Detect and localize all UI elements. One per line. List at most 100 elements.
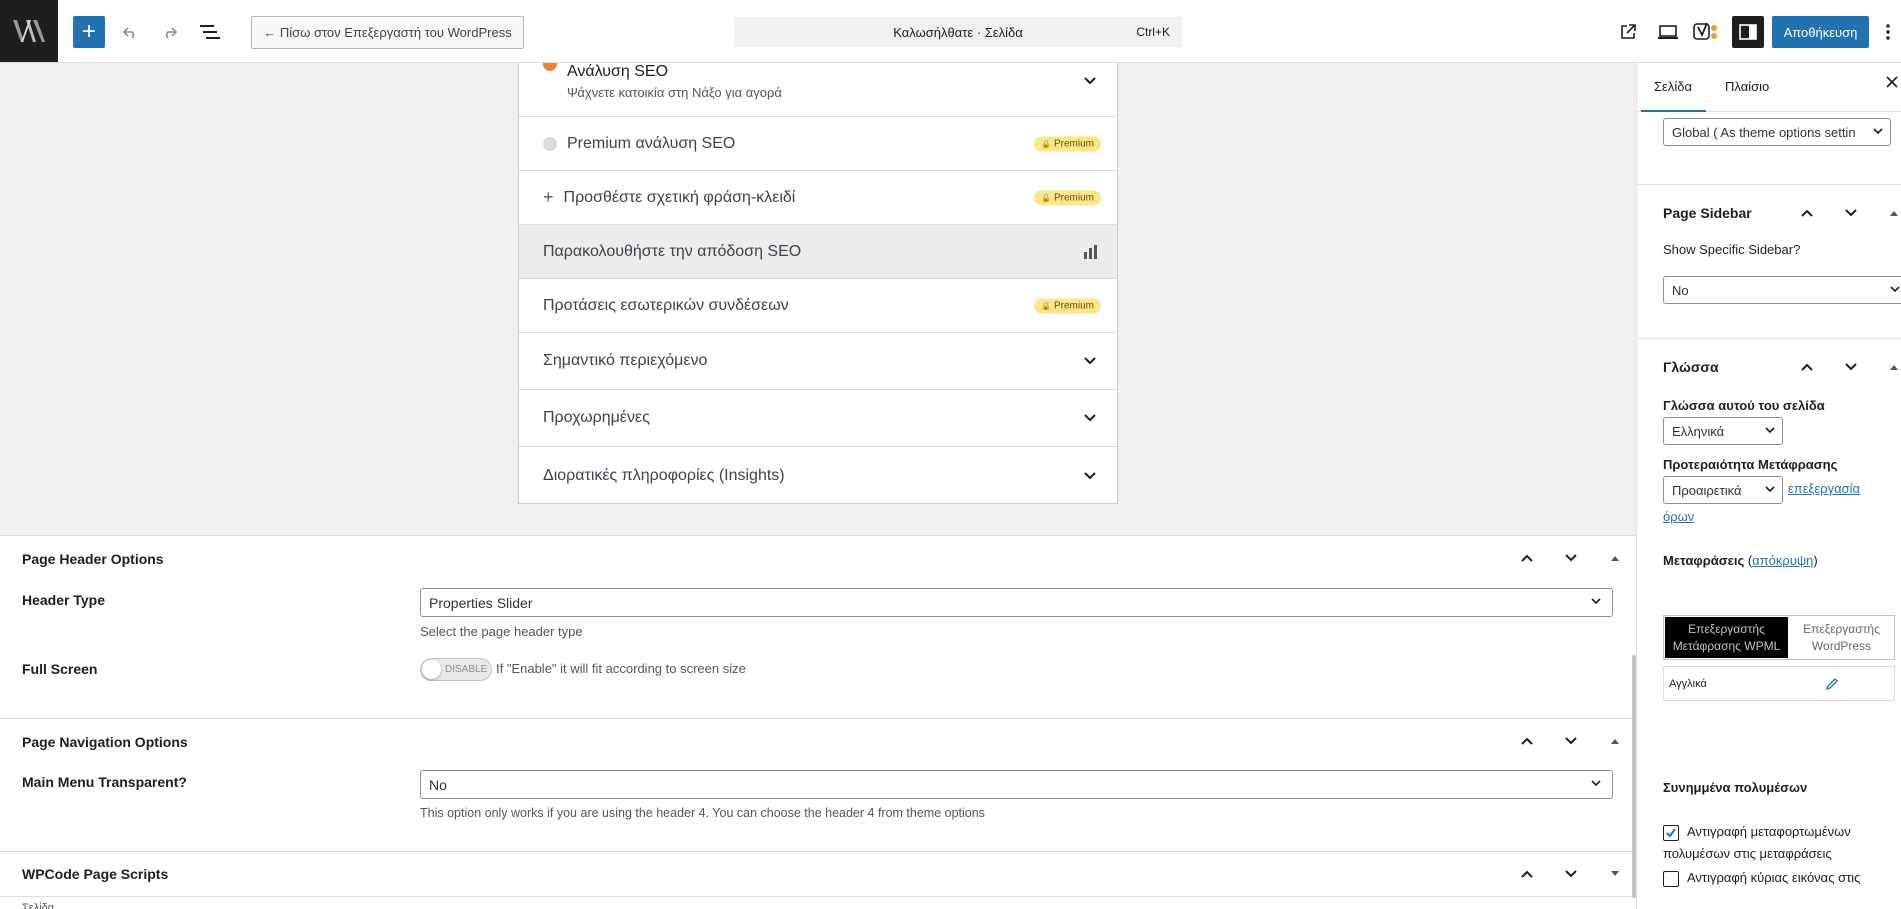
section-title: Γλώσσα xyxy=(1663,359,1719,375)
advanced-row[interactable]: Προχωρημένες xyxy=(519,390,1117,447)
show-specific-sidebar-label: Show Specific Sidebar? xyxy=(1663,242,1801,257)
main-menu-transparent-value: No xyxy=(429,776,447,793)
save-button[interactable]: Αποθήκευση xyxy=(1772,16,1869,48)
translations-label-text: Μεταφράσεις xyxy=(1663,553,1745,568)
document-overview-icon[interactable] xyxy=(194,16,226,48)
global-layout-select[interactable]: Global ( As theme options settin xyxy=(1663,118,1891,146)
wpml-translation-editor-tab[interactable]: Επεξεργαστής Μετάφρασης WPML xyxy=(1664,616,1789,659)
view-page-external-icon[interactable] xyxy=(1612,16,1644,48)
translation-language-row: Αγγλικά xyxy=(1663,666,1895,701)
move-up-icon[interactable] xyxy=(1793,353,1821,381)
main-menu-transparent-select[interactable]: No xyxy=(420,770,1613,799)
seo-analysis-row[interactable]: Ανάλυση SEO Ψάχνετε κατοικία στη Νάξο γι… xyxy=(519,63,1117,117)
move-down-icon[interactable] xyxy=(1557,860,1585,888)
row-label: Προτάσεις εσωτερικών συνδέσεων xyxy=(543,296,789,314)
collapse-toggle-icon[interactable] xyxy=(1880,353,1901,381)
premium-badge: Premium xyxy=(1034,190,1101,205)
copy-media-checkbox[interactable] xyxy=(1663,825,1679,841)
translation-priority-value: Προαιρετικά xyxy=(1672,482,1742,498)
edit-terms-link-cont[interactable]: όρων xyxy=(1663,509,1694,524)
redo-icon[interactable] xyxy=(154,16,186,48)
add-related-keyphrase-row[interactable]: + Προσθέστε σχετική φράση-κλειδί Premium xyxy=(519,171,1117,225)
toggle-state: DISABLE xyxy=(445,664,488,675)
expand-toggle-icon[interactable] xyxy=(1601,860,1629,888)
collapse-toggle-icon[interactable] xyxy=(1880,199,1901,227)
command-palette-button[interactable]: Καλωσήλθατε · Σελίδα Ctrl+K xyxy=(734,17,1182,47)
move-up-icon[interactable] xyxy=(1513,544,1541,572)
move-down-icon[interactable] xyxy=(1557,544,1585,572)
metabox-title: WPCode Page Scripts xyxy=(22,866,169,882)
add-block-button[interactable]: + xyxy=(73,16,105,48)
settings-sidebar-toggle[interactable] xyxy=(1732,16,1764,48)
cornerstone-content-row[interactable]: Σημαντικό περιεχόμενο xyxy=(519,333,1117,390)
page-navigation-options-metabox: Page Navigation Options Main Menu Transp… xyxy=(0,719,1636,852)
tab-block[interactable]: Πλαίσιο xyxy=(1725,79,1769,94)
site-logo[interactable] xyxy=(0,0,58,62)
metabox-title: Page Header Options xyxy=(22,551,164,567)
bar-chart-icon xyxy=(1083,244,1099,265)
premium-seo-analysis-row[interactable]: Premium ανάλυση SEO Premium xyxy=(519,117,1117,171)
collapse-toggle-icon[interactable] xyxy=(1601,727,1629,755)
move-down-icon[interactable] xyxy=(1837,199,1865,227)
full-screen-toggle[interactable]: DISABLE xyxy=(420,658,492,681)
move-down-icon[interactable] xyxy=(1837,353,1865,381)
insights-row[interactable]: Διορατικές πληροφορίες (Insights) xyxy=(519,447,1117,504)
translation-priority-label: Προτεραιότητα Μετάφρασης xyxy=(1663,457,1838,472)
copy-media-line2: πολυμέσων στις μεταφράσεις xyxy=(1663,846,1832,861)
translation-language-name: Αγγλικά xyxy=(1669,677,1707,690)
metabox-title: Page Navigation Options xyxy=(22,734,188,750)
page-language-select[interactable]: Ελληνικά xyxy=(1663,417,1783,445)
command-palette-label: Καλωσήλθατε · Σελίδα xyxy=(893,24,1023,40)
chevron-down-icon xyxy=(1083,410,1097,426)
move-up-icon[interactable] xyxy=(1513,860,1541,888)
wpml-editor-line2: Μετάφρασης WPML xyxy=(1672,638,1781,653)
chevron-down-icon xyxy=(1889,284,1901,297)
header-type-label: Header Type xyxy=(22,592,105,608)
header-type-hint: Select the page header type xyxy=(420,624,583,639)
preview-device-icon[interactable] xyxy=(1652,16,1684,48)
collapse-toggle-icon[interactable] xyxy=(1601,544,1629,572)
yoast-seo-panel: Ανάλυση SEO Ψάχνετε κατοικία στη Νάξο γι… xyxy=(518,63,1118,504)
toggle-knob xyxy=(422,660,441,679)
internal-linking-suggestions-row[interactable]: Προτάσεις εσωτερικών συνδέσεων Premium xyxy=(519,279,1117,333)
page-header-options-metabox: Page Header Options Header Type Properti… xyxy=(0,535,1636,719)
plus-icon: + xyxy=(543,187,554,207)
copy-media-label: Αντιγραφή μεταφορτωμένων πολυμέσων στις … xyxy=(1663,821,1851,865)
translation-editor-tabs: Επεξεργαστής Μετάφρασης WPML Επεξεργαστή… xyxy=(1663,615,1895,660)
seo-analysis-title: Ανάλυση SEO xyxy=(567,63,669,80)
wordpress-editor-tab[interactable]: Επεξεργαστής WordPress xyxy=(1789,616,1894,659)
header-type-select[interactable]: Properties Slider xyxy=(420,588,1613,617)
footer-breadcrumb[interactable]: Σελίδα xyxy=(22,900,54,909)
site-logo-icon xyxy=(13,20,45,42)
full-screen-label: Full Screen xyxy=(22,661,98,677)
options-menu-icon[interactable] xyxy=(1878,16,1898,48)
chevron-down-icon xyxy=(1764,425,1776,438)
edit-terms-link[interactable]: επεξεργασία xyxy=(1788,481,1860,496)
move-up-icon[interactable] xyxy=(1513,727,1541,755)
copy-featured-image-checkbox[interactable] xyxy=(1663,871,1679,887)
chevron-down-icon xyxy=(1764,484,1776,497)
undo-icon[interactable] xyxy=(114,16,146,48)
show-specific-sidebar-select[interactable]: No xyxy=(1663,276,1901,304)
close-icon[interactable] xyxy=(1886,75,1898,93)
tab-page[interactable]: Σελίδα xyxy=(1641,79,1706,112)
pencil-edit-icon[interactable] xyxy=(1825,677,1839,694)
hide-translations-link[interactable]: απόκρυψη xyxy=(1752,553,1813,568)
command-shortcut: Ctrl+K xyxy=(1136,25,1170,39)
translation-priority-select[interactable]: Προαιρετικά xyxy=(1663,476,1783,504)
back-to-wordpress-editor-button[interactable]: ← Πίσω στον Επεξεργαστή του WordPress xyxy=(251,16,524,49)
seo-focus-keyphrase: Ψάχνετε κατοικία στη Νάξο για αγορά xyxy=(567,85,782,100)
page-language-value: Ελληνικά xyxy=(1672,423,1725,439)
move-up-icon[interactable] xyxy=(1793,199,1821,227)
chevron-down-icon xyxy=(1083,73,1097,89)
yoast-seo-icon[interactable] xyxy=(1690,16,1722,48)
wp-editor-line2: WordPress xyxy=(1811,638,1872,653)
chevron-down-icon xyxy=(1590,778,1602,791)
move-down-icon[interactable] xyxy=(1557,727,1585,755)
track-seo-performance-row[interactable]: Παρακολουθήστε την απόδοση SEO xyxy=(519,225,1117,279)
row-label: Παρακολουθήστε την απόδοση SEO xyxy=(543,242,802,260)
show-specific-sidebar-value: No xyxy=(1672,282,1689,298)
row-label: Διορατικές πληροφορίες (Insights) xyxy=(543,466,785,484)
seo-score-dot xyxy=(543,63,557,71)
page-language-label: Γλώσσα αυτού του σελίδα xyxy=(1663,398,1825,413)
